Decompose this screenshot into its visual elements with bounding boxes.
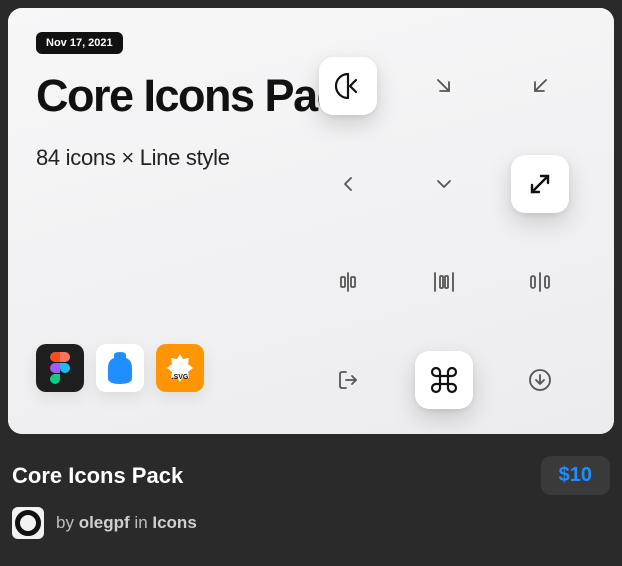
distribute-spacing-icon [511,253,569,311]
product-card[interactable]: Nov 17, 2021 Core Icons Pack 84 icons × … [8,8,614,434]
format-badges: .SVG [36,344,204,392]
by-text: by [56,513,79,532]
byline: by olegpf in Icons [12,507,610,539]
price-button[interactable]: $10 [541,456,610,495]
category-link[interactable]: Icons [152,513,196,532]
author-avatar[interactable] [12,507,44,539]
chevron-left-icon [319,155,377,213]
arrow-down-left-icon [511,57,569,115]
jar-icon [96,344,144,392]
download-circle-icon [511,351,569,409]
card-footer: Core Icons Pack $10 by olegpf in Icons [0,442,622,547]
preview-image: Nov 17, 2021 Core Icons Pack 84 icons × … [8,8,614,434]
product-title[interactable]: Core Icons Pack [12,463,183,489]
chevron-down-icon [415,155,473,213]
chevron-left-boxed-icon [319,57,377,115]
author-link[interactable]: olegpf [79,513,130,532]
icon-sample-grid [302,40,586,426]
arrow-down-right-icon [415,57,473,115]
expand-icon [511,155,569,213]
date-badge: Nov 17, 2021 [36,32,123,54]
figma-icon [36,344,84,392]
in-text: in [130,513,153,532]
align-horizontal-center-icon [319,253,377,311]
distribute-horizontal-icon [415,253,473,311]
command-icon [415,351,473,409]
svg-icon: .SVG [156,344,204,392]
svg-text:.SVG: .SVG [172,374,189,381]
logout-icon [319,351,377,409]
